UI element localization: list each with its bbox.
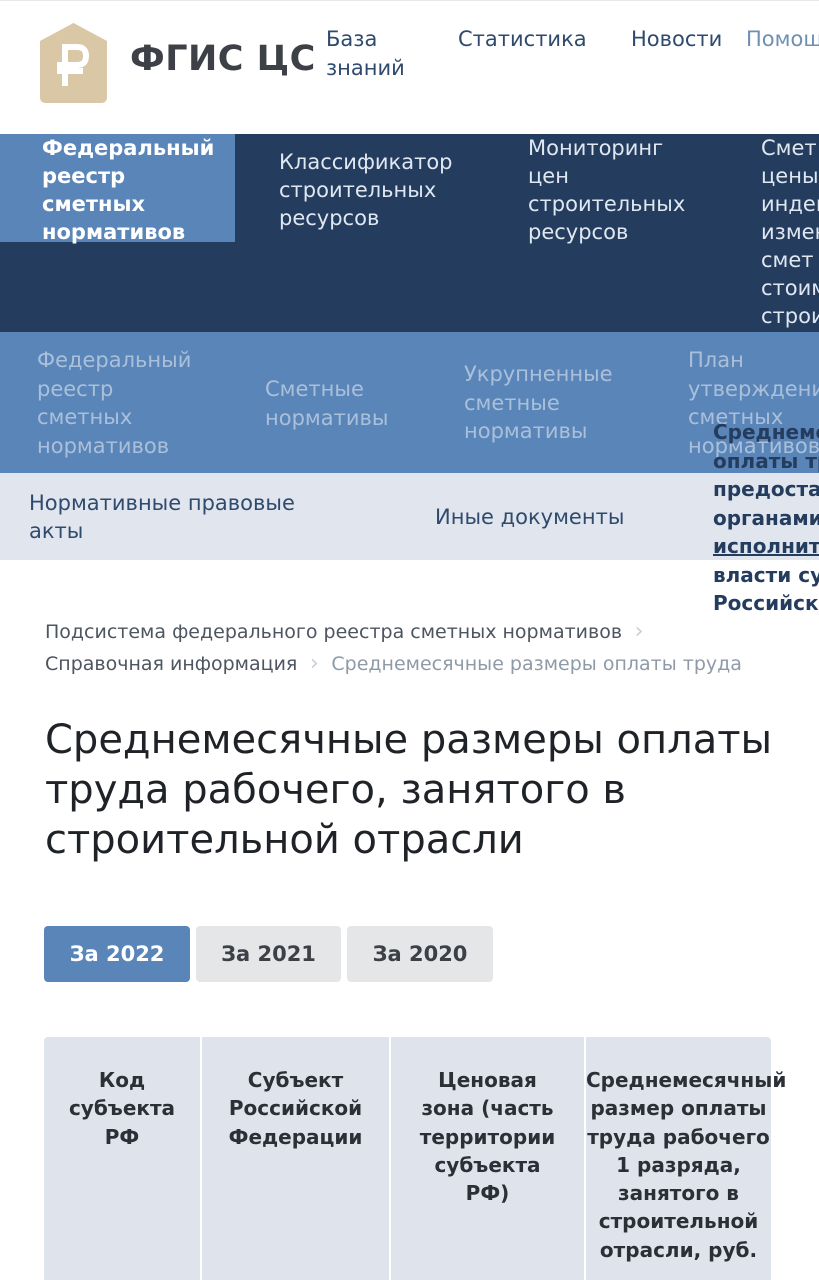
nav-label: индек — [761, 192, 819, 216]
secondary-nav-item-enlarged-norms[interactable]: Укрупненные сметные нормативы — [464, 360, 613, 446]
column-header-region-code[interactable]: Код субъекта РФ — [44, 1037, 202, 1280]
nav-label: План — [688, 348, 744, 372]
nav-label: ресурсов — [528, 220, 629, 244]
dropdown-text-line: оплаты тр — [713, 448, 819, 473]
primary-nav: Федеральный реестр сметных нормативов Кл… — [0, 134, 819, 332]
tertiary-nav-item-legal-acts[interactable]: Нормативные правовые акты — [29, 489, 295, 545]
nav-label: измен — [761, 220, 819, 244]
topnav-label: Новости — [631, 27, 723, 51]
nav-label: реестр — [37, 376, 114, 401]
topnav-label: знаний — [326, 56, 405, 80]
tab-2020[interactable]: За 2020 — [347, 926, 493, 982]
nav-label: сметные — [464, 390, 560, 415]
nav-label: сметных — [42, 192, 146, 216]
column-header-region-name[interactable]: Субъект Российской Федерации — [202, 1037, 391, 1280]
secondary-nav-item-federal-registry[interactable]: Федеральный реестр сметных нормативов — [37, 346, 191, 460]
nav-label: смет — [761, 248, 814, 272]
nav-label: Мониторинг — [528, 136, 664, 160]
primary-nav-item-classifier[interactable]: Классификатор строительных ресурсов — [279, 148, 453, 232]
breadcrumb-current: Среднемесячные размеры оплаты труда — [331, 653, 742, 675]
nav-label: Классификатор — [279, 150, 453, 174]
topnav-knowledge-base[interactable]: База знаний — [326, 25, 405, 83]
dropdown-text-line: предоста — [713, 477, 819, 501]
nav-label: Нормативные правовые — [29, 491, 295, 515]
tab-2022[interactable]: За 2022 — [44, 926, 190, 982]
dropdown-text-line: Российско — [713, 591, 819, 615]
chevron-right-icon: › — [634, 619, 644, 644]
nav-label: нормативов — [37, 433, 170, 458]
breadcrumb: Подсистема федерального реестра сметных … — [45, 616, 805, 680]
nav-label: нормативы — [464, 419, 588, 443]
nav-label: нормативы — [265, 405, 389, 430]
primary-nav-item-price-monitoring[interactable]: Мониторинг цен строительных ресурсов — [528, 134, 685, 246]
nav-label: Федеральный — [42, 136, 215, 160]
topnav-help[interactable]: Помощ — [746, 25, 819, 54]
tab-2021[interactable]: За 2021 — [196, 926, 341, 982]
breadcrumb-link-reference-info[interactable]: Справочная информация — [45, 653, 297, 675]
nav-label: Смет — [761, 136, 817, 160]
nav-label: цен — [528, 164, 569, 188]
topnav-statistics[interactable]: Статистика — [458, 25, 587, 54]
nav-label: Сметные — [265, 377, 364, 401]
wages-table: Код субъекта РФ Субъект Российской Федер… — [44, 1037, 786, 1280]
primary-nav-item-federal-registry[interactable]: Федеральный реестр сметных нормативов — [42, 134, 214, 246]
nav-label: сметных — [37, 405, 133, 429]
nav-label: стоим — [761, 276, 819, 300]
site-header: ФГИС ЦС База знаний Статистика Новости П… — [0, 0, 819, 134]
nav-label: акты — [29, 519, 84, 543]
nav-label: Федеральный — [37, 348, 192, 372]
nav-label: строительных — [528, 192, 686, 216]
chevron-right-icon: › — [309, 651, 319, 676]
column-header-price-zone[interactable]: Ценовая зона (часть территории субъекта … — [391, 1037, 586, 1280]
dropdown-text-link[interactable]: исполнит — [713, 532, 819, 561]
secondary-nav: Федеральный реестр сметных нормативов См… — [0, 332, 819, 473]
logo-text[interactable]: ФГИС ЦС — [130, 39, 316, 79]
nav-label: строи — [761, 304, 819, 328]
dropdown-text-line: Среднеме — [713, 420, 819, 444]
dropdown-text-line: власти су — [713, 562, 819, 587]
column-header-average-wage[interactable]: Среднемесячный размер оплаты труда рабоч… — [586, 1037, 786, 1280]
ruble-house-icon[interactable] — [40, 23, 107, 103]
breadcrumb-link-subsystem[interactable]: Подсистема федерального реестра сметных … — [45, 621, 622, 643]
nav-label: нормативов — [42, 220, 186, 244]
secondary-nav-item-estimate-norms[interactable]: Сметные нормативы — [265, 375, 388, 432]
tertiary-nav: Нормативные правовые акты Иные документы — [0, 473, 819, 560]
nav-label: ресурсов — [279, 206, 380, 230]
nav-label: реестр — [42, 164, 126, 188]
topnav-label: Помощ — [746, 27, 819, 51]
tertiary-nav-item-other-docs[interactable]: Иные документы — [435, 503, 624, 531]
topnav-label: База — [326, 27, 378, 51]
nav-label: Укрупненные — [464, 362, 613, 386]
dropdown-text-line: органами — [713, 505, 819, 530]
dropdown-menu-item-wages[interactable]: Среднеме оплаты тр предоста органами исп… — [713, 418, 819, 618]
primary-nav-item-price-indices[interactable]: Смет цены индек измен смет стоим строи — [761, 134, 819, 330]
nav-label: утверждения — [688, 376, 819, 401]
nav-label: строительных — [279, 178, 437, 202]
page-title: Среднемесячные размеры оплаты труда рабо… — [45, 717, 773, 863]
topnav-label: Статистика — [458, 27, 587, 51]
nav-label: Иные документы — [435, 505, 625, 529]
nav-label: цены — [761, 164, 819, 188]
topnav-news[interactable]: Новости — [631, 25, 722, 54]
